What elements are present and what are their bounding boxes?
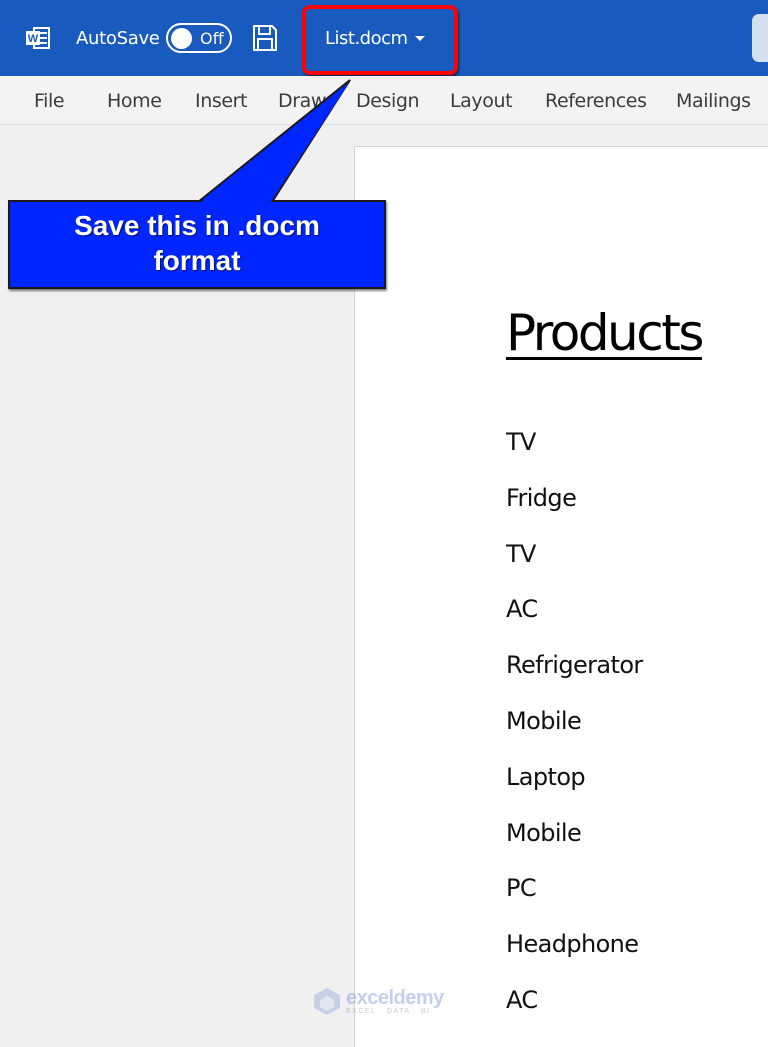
save-floppy-icon[interactable] [252, 24, 278, 52]
autosave-label: AutoSave [76, 28, 160, 49]
search-box[interactable] [752, 14, 768, 62]
tab-mailings[interactable]: Mailings [676, 90, 751, 112]
watermark-tagline: EXCEL · DATA · BI [346, 1007, 431, 1015]
list-item: TV [506, 428, 536, 456]
watermark-name: exceldemy [346, 986, 444, 1009]
svg-text:W: W [28, 33, 39, 45]
list-item: AC [506, 595, 538, 624]
list-item: AC [506, 985, 538, 1014]
tab-layout[interactable]: Layout [450, 90, 513, 112]
filename-highlight-box [302, 5, 458, 75]
tab-draw[interactable]: Draw [278, 90, 326, 112]
tab-home[interactable]: Home [107, 90, 162, 112]
word-app-icon[interactable]: W [25, 25, 51, 51]
list-item: Mobile [506, 706, 582, 735]
toggle-knob [171, 28, 192, 49]
list-item: Refrigerator [506, 651, 643, 680]
list-item: Laptop [506, 762, 586, 791]
product-list: TV Fridge TV AC Refrigerator Mobile Lapt… [506, 428, 643, 1042]
list-item: Mobile [506, 818, 582, 847]
autosave-state: Off [200, 29, 224, 48]
callout-box: Save this in .docm format [8, 200, 386, 289]
tab-references[interactable]: References [545, 90, 647, 112]
ribbon-tab-bar: File Home Insert Draw Design Layout Refe… [0, 76, 768, 125]
tab-file[interactable]: File [34, 90, 65, 112]
document-heading: Products [506, 304, 704, 362]
watermark: exceldemy EXCEL · DATA · BI [312, 986, 444, 1016]
list-item: Headphone [506, 930, 639, 959]
tab-insert[interactable]: Insert [195, 90, 248, 112]
tab-design[interactable]: Design [356, 90, 420, 112]
list-item: Fridge [506, 483, 577, 512]
exceldemy-logo-icon [314, 988, 340, 1015]
list-item: TV [506, 539, 536, 568]
autosave-toggle[interactable]: Off [166, 23, 232, 53]
list-item: PC [506, 874, 537, 903]
